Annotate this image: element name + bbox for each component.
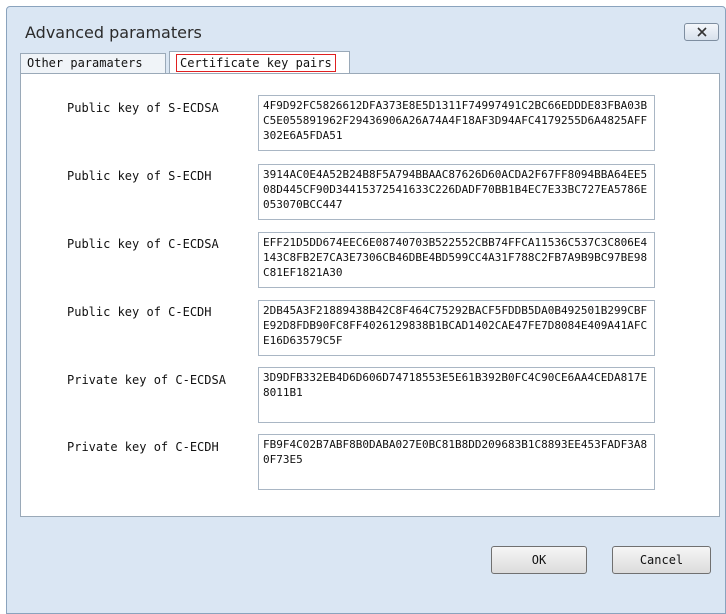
label-public-c-ecdsa: Public key of C-ECDSA — [67, 237, 219, 251]
label-private-c-ecdsa: Private key of C-ECDSA — [67, 373, 226, 387]
field-public-s-ecdh[interactable]: 3914AC0E4A52B24B8F5A794BBAAC87626D60ACDA… — [258, 164, 655, 220]
close-button[interactable] — [684, 23, 719, 41]
tab-certificate-key-pairs[interactable]: Certificate key pairs — [169, 51, 350, 74]
field-public-s-ecdsa[interactable]: 4F9D92FC5826612DFA373E8E5D1311F74997491C… — [258, 95, 655, 151]
label-public-c-ecdh: Public key of C-ECDH — [67, 305, 212, 319]
label-public-s-ecdsa: Public key of S-ECDSA — [67, 101, 219, 115]
title-bar: Advanced paramaters — [7, 7, 725, 43]
tab-certificate-key-pairs-label: Certificate key pairs — [176, 54, 336, 72]
tab-other-parameters-label: Other paramaters — [27, 56, 143, 70]
dialog-title: Advanced paramaters — [25, 23, 202, 42]
field-private-c-ecdsa[interactable]: 3D9DFB332EB4D6D606D74718553E5E61B392B0FC… — [258, 367, 655, 423]
cancel-button[interactable]: Cancel — [612, 546, 711, 574]
ok-button[interactable]: OK — [491, 546, 587, 574]
close-icon — [696, 27, 707, 37]
field-public-c-ecdh[interactable]: 2DB45A3F21889438B42C8F464C75292BACF5FDDB… — [258, 300, 655, 356]
tab-other-parameters[interactable]: Other paramaters — [20, 53, 166, 73]
label-public-s-ecdh: Public key of S-ECDH — [67, 169, 212, 183]
field-private-c-ecdh[interactable]: FB9F4C02B7ABF8B0DABA027E0BC81B8DD209683B… — [258, 434, 655, 490]
field-public-c-ecdsa[interactable]: EFF21D5DD674EEC6E08740703B522552CBB74FFC… — [258, 232, 655, 288]
label-private-c-ecdh: Private key of C-ECDH — [67, 440, 219, 454]
